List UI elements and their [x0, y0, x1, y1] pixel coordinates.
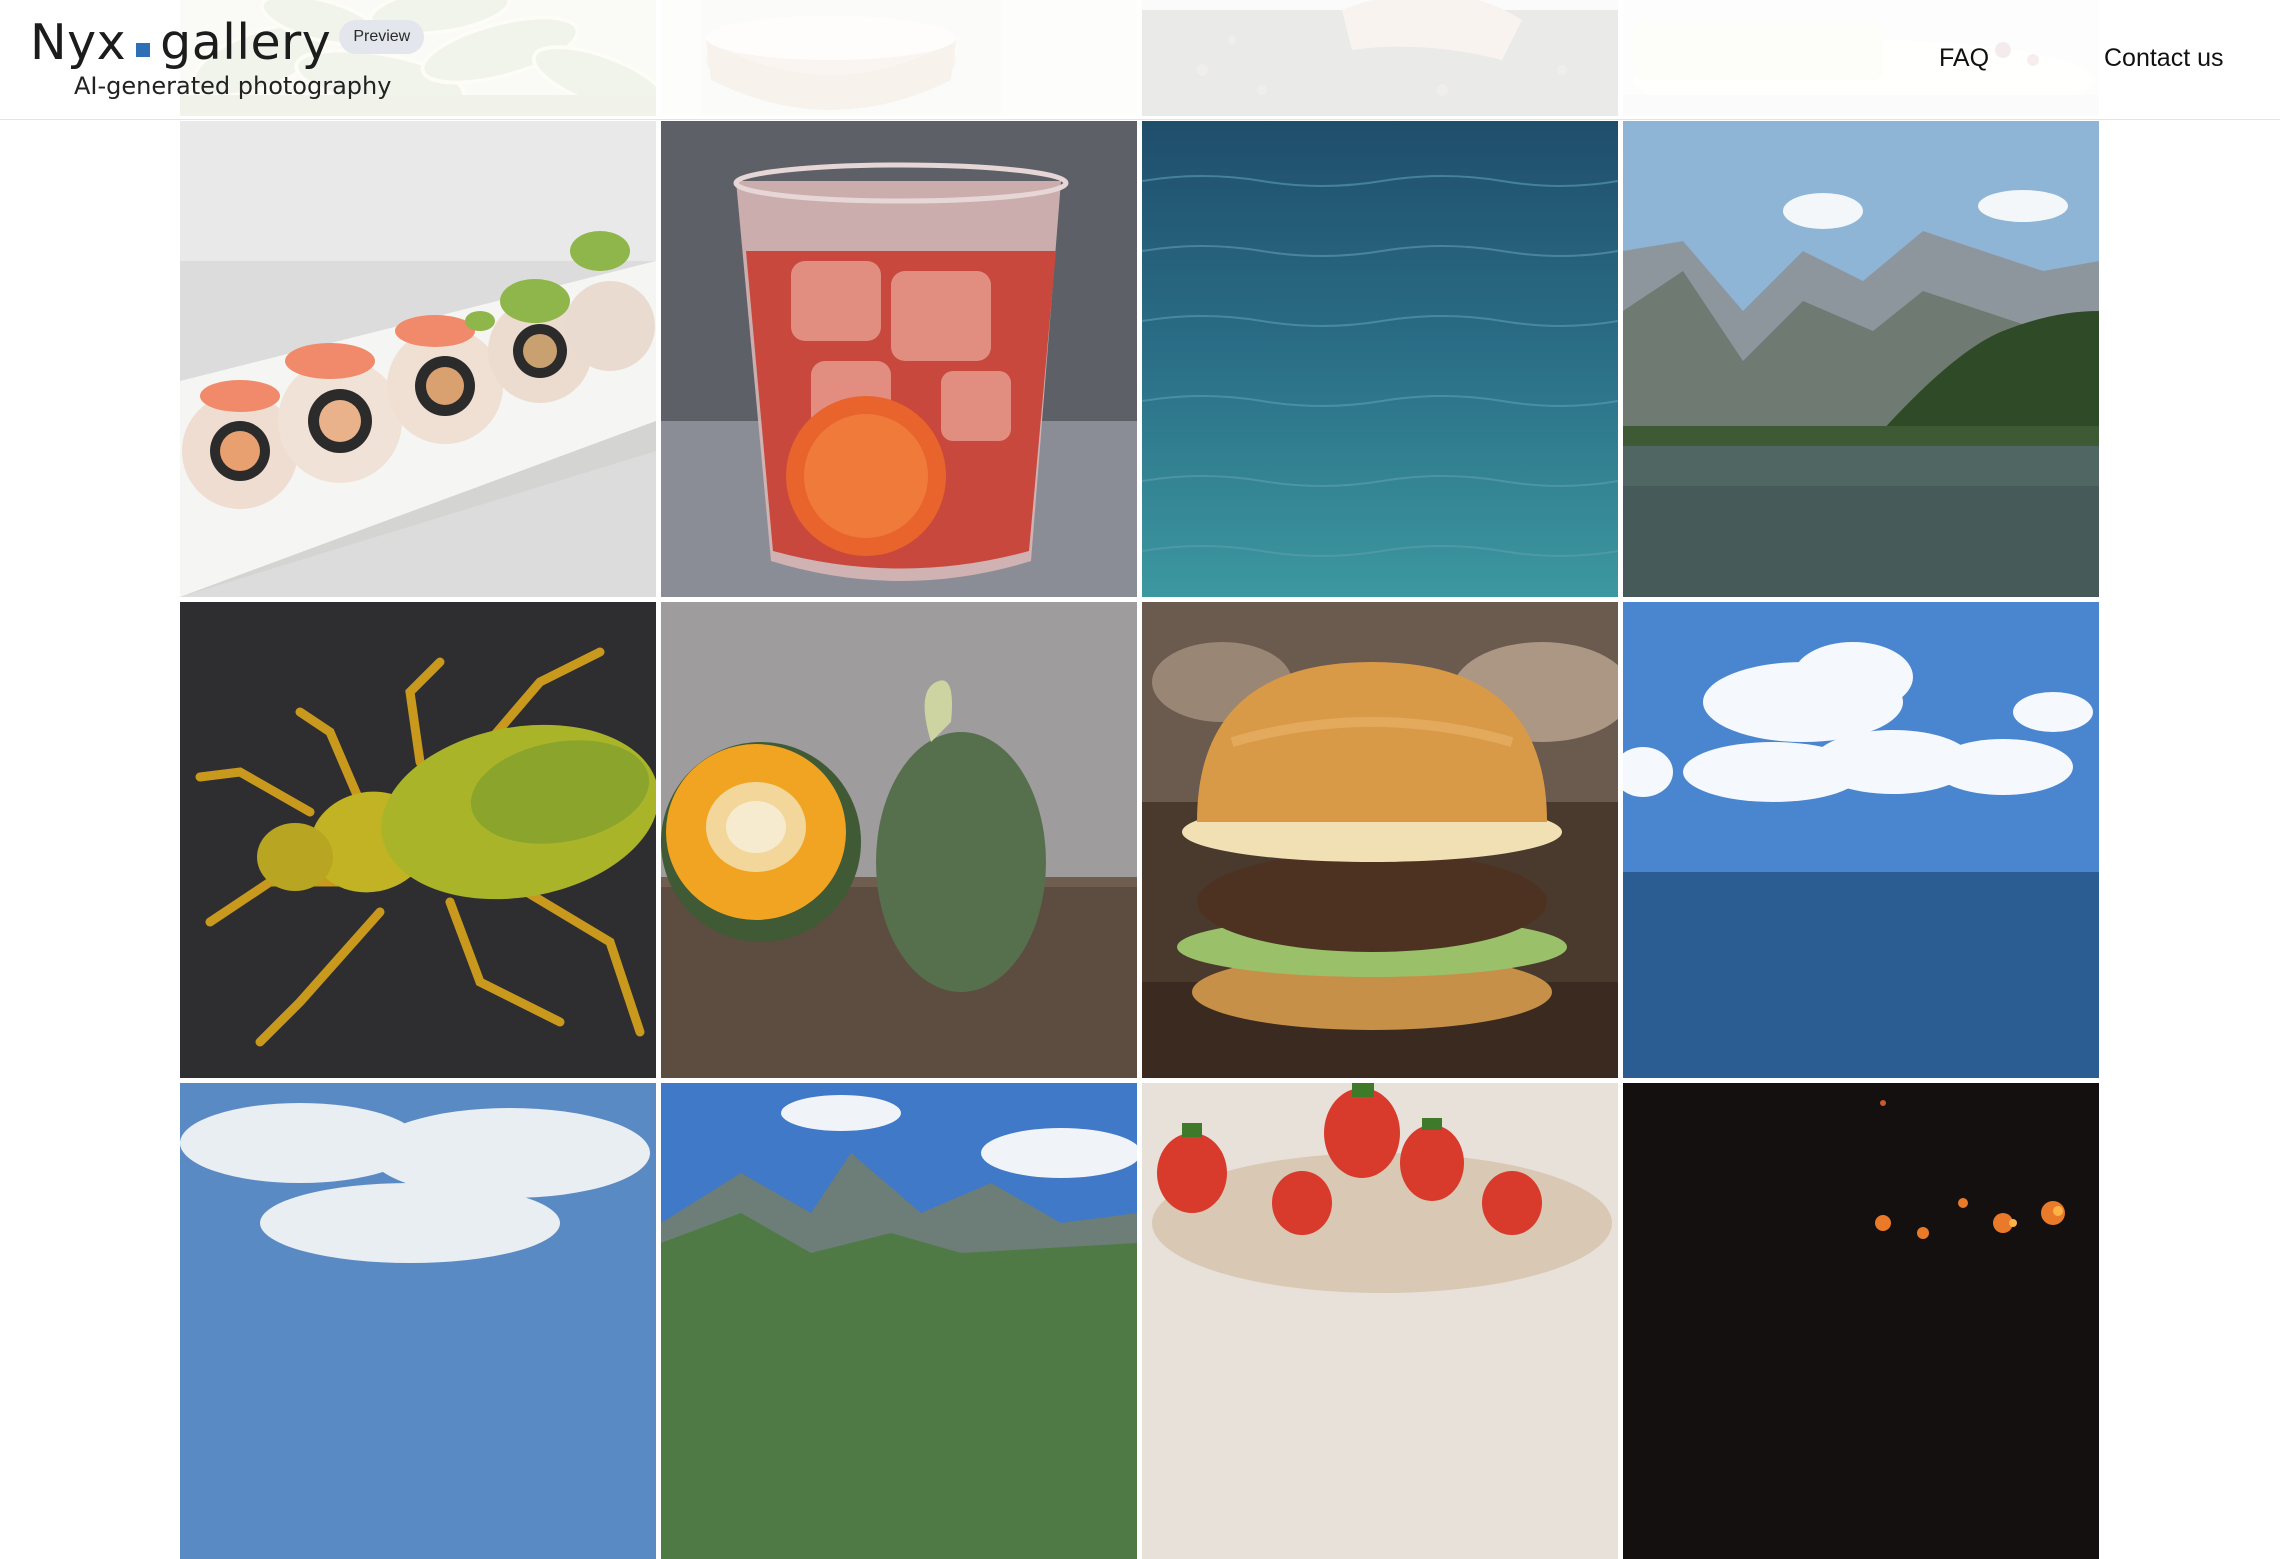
sky-sea-image	[1623, 602, 2099, 1078]
gallery-image-mountain-lake[interactable]	[1623, 121, 2099, 597]
gallery-image-sky-sea[interactable]	[1623, 602, 2099, 1078]
logo-square-icon	[136, 43, 151, 57]
gallery-image-mountain-peaks[interactable]	[661, 1083, 1137, 1559]
gallery-image-ocean[interactable]	[1142, 121, 1618, 597]
sushi-image	[180, 121, 656, 597]
burger-image	[1142, 602, 1618, 1078]
strawberries-image	[1142, 1083, 1618, 1559]
gallery-image-squash[interactable]	[661, 602, 1137, 1078]
nav-faq-link[interactable]: FAQ	[1939, 44, 1989, 73]
preview-badge: Preview	[339, 20, 425, 54]
fire-image	[1623, 1083, 2099, 1559]
ocean-image	[1142, 121, 1618, 597]
gallery-image-sushi[interactable]	[180, 121, 656, 597]
iced-drink-image	[661, 121, 1137, 597]
logo-text-gallery: gallery	[160, 13, 332, 71]
nav-contact-link[interactable]: Contact us	[2104, 44, 2224, 73]
cloudy-sky-image	[180, 1083, 656, 1559]
mountain-lake-image	[1623, 121, 2099, 597]
gallery-image-fire[interactable]	[1623, 1083, 2099, 1559]
beetle-image	[180, 602, 656, 1078]
site-header: Nyx gallery Preview AI-generated photogr…	[0, 0, 2280, 120]
gallery-image-iced-drink[interactable]	[661, 121, 1137, 597]
gallery-image-burger[interactable]	[1142, 602, 1618, 1078]
logo[interactable]: Nyx gallery Preview	[30, 12, 425, 72]
squash-image	[661, 602, 1137, 1078]
tagline: AI-generated photography	[74, 72, 392, 100]
logo-text-nyx: Nyx	[30, 13, 127, 71]
gallery-image-strawberries[interactable]	[1142, 1083, 1618, 1559]
mountain-peaks-image	[661, 1083, 1137, 1559]
gallery-image-cloudy-sky[interactable]	[180, 1083, 656, 1559]
gallery-image-beetle[interactable]	[180, 602, 656, 1078]
